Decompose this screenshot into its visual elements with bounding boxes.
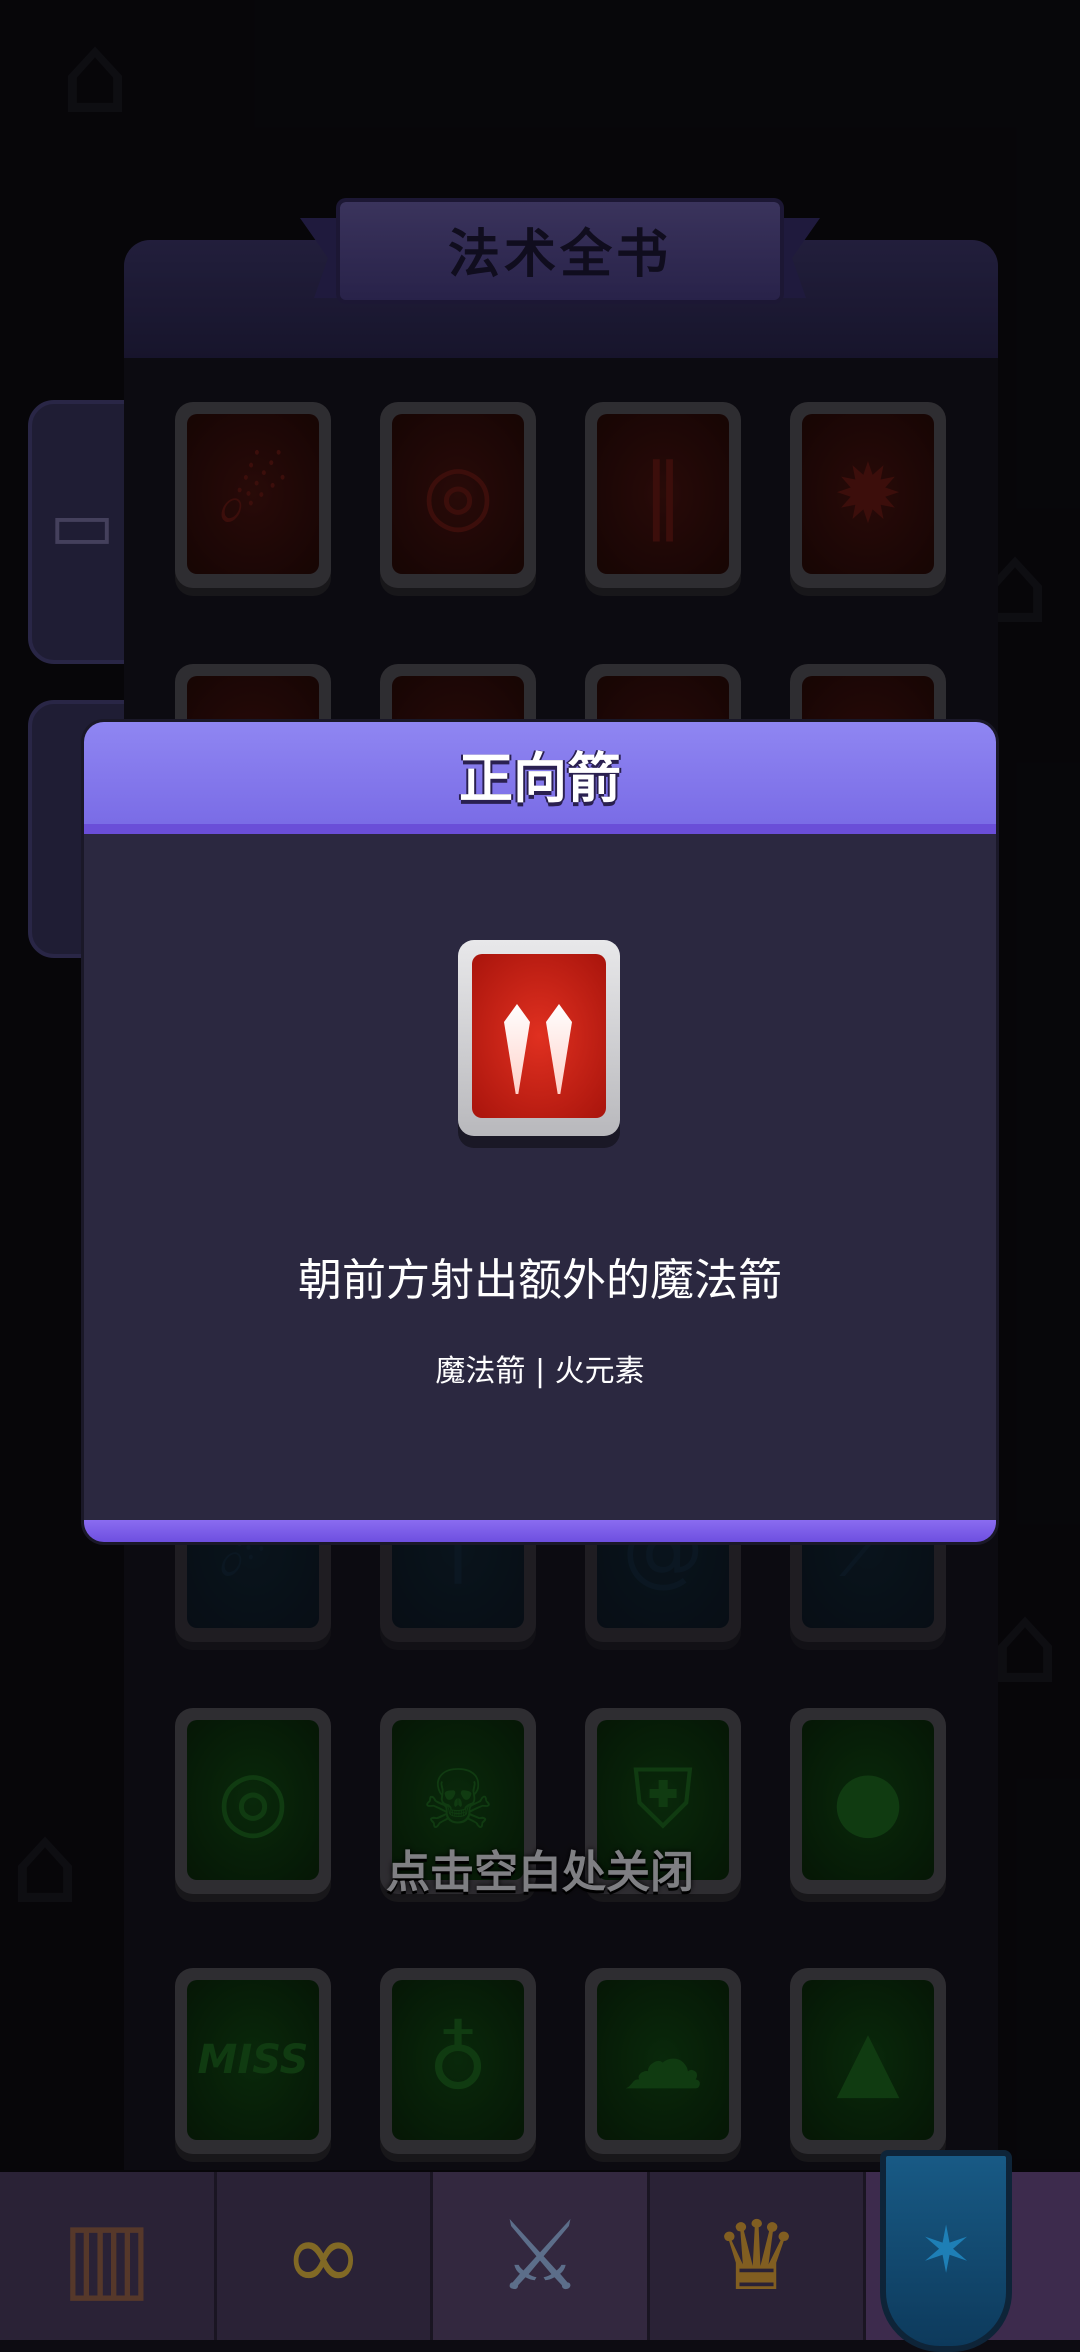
modal-footer-bar: [84, 1520, 996, 1542]
trophy-icon: ♛: [713, 2200, 800, 2312]
crossed-swords-icon: ⚔: [496, 2200, 584, 2312]
nav-item-battle[interactable]: ⚔: [433, 2172, 650, 2340]
nav-item-infinity[interactable]: ∞: [217, 2172, 434, 2340]
nav-item-cabinet[interactable]: ▥: [0, 2172, 217, 2340]
fang-left: [504, 1004, 530, 1094]
fang-right: [546, 1004, 572, 1094]
infinity-icon: ∞: [283, 2200, 364, 2312]
nav-item-trophy[interactable]: ♛: [650, 2172, 867, 2340]
spell-detail-modal: 正向箭 朝前方射出额外的魔法箭 魔法箭 | 火元素: [84, 722, 996, 1542]
modal-title: 正向箭: [459, 747, 621, 810]
banner-icon[interactable]: ✶: [880, 2150, 1012, 2352]
spell-tags: 魔法箭 | 火元素: [435, 1354, 645, 1389]
skill-card-face: [472, 954, 606, 1118]
twin-fang-icon: [458, 940, 620, 1136]
cabinet-icon: ▥: [61, 2200, 153, 2312]
modal-header: 正向箭: [84, 722, 996, 834]
spell-description: 朝前方射出额外的魔法箭: [298, 1255, 782, 1306]
